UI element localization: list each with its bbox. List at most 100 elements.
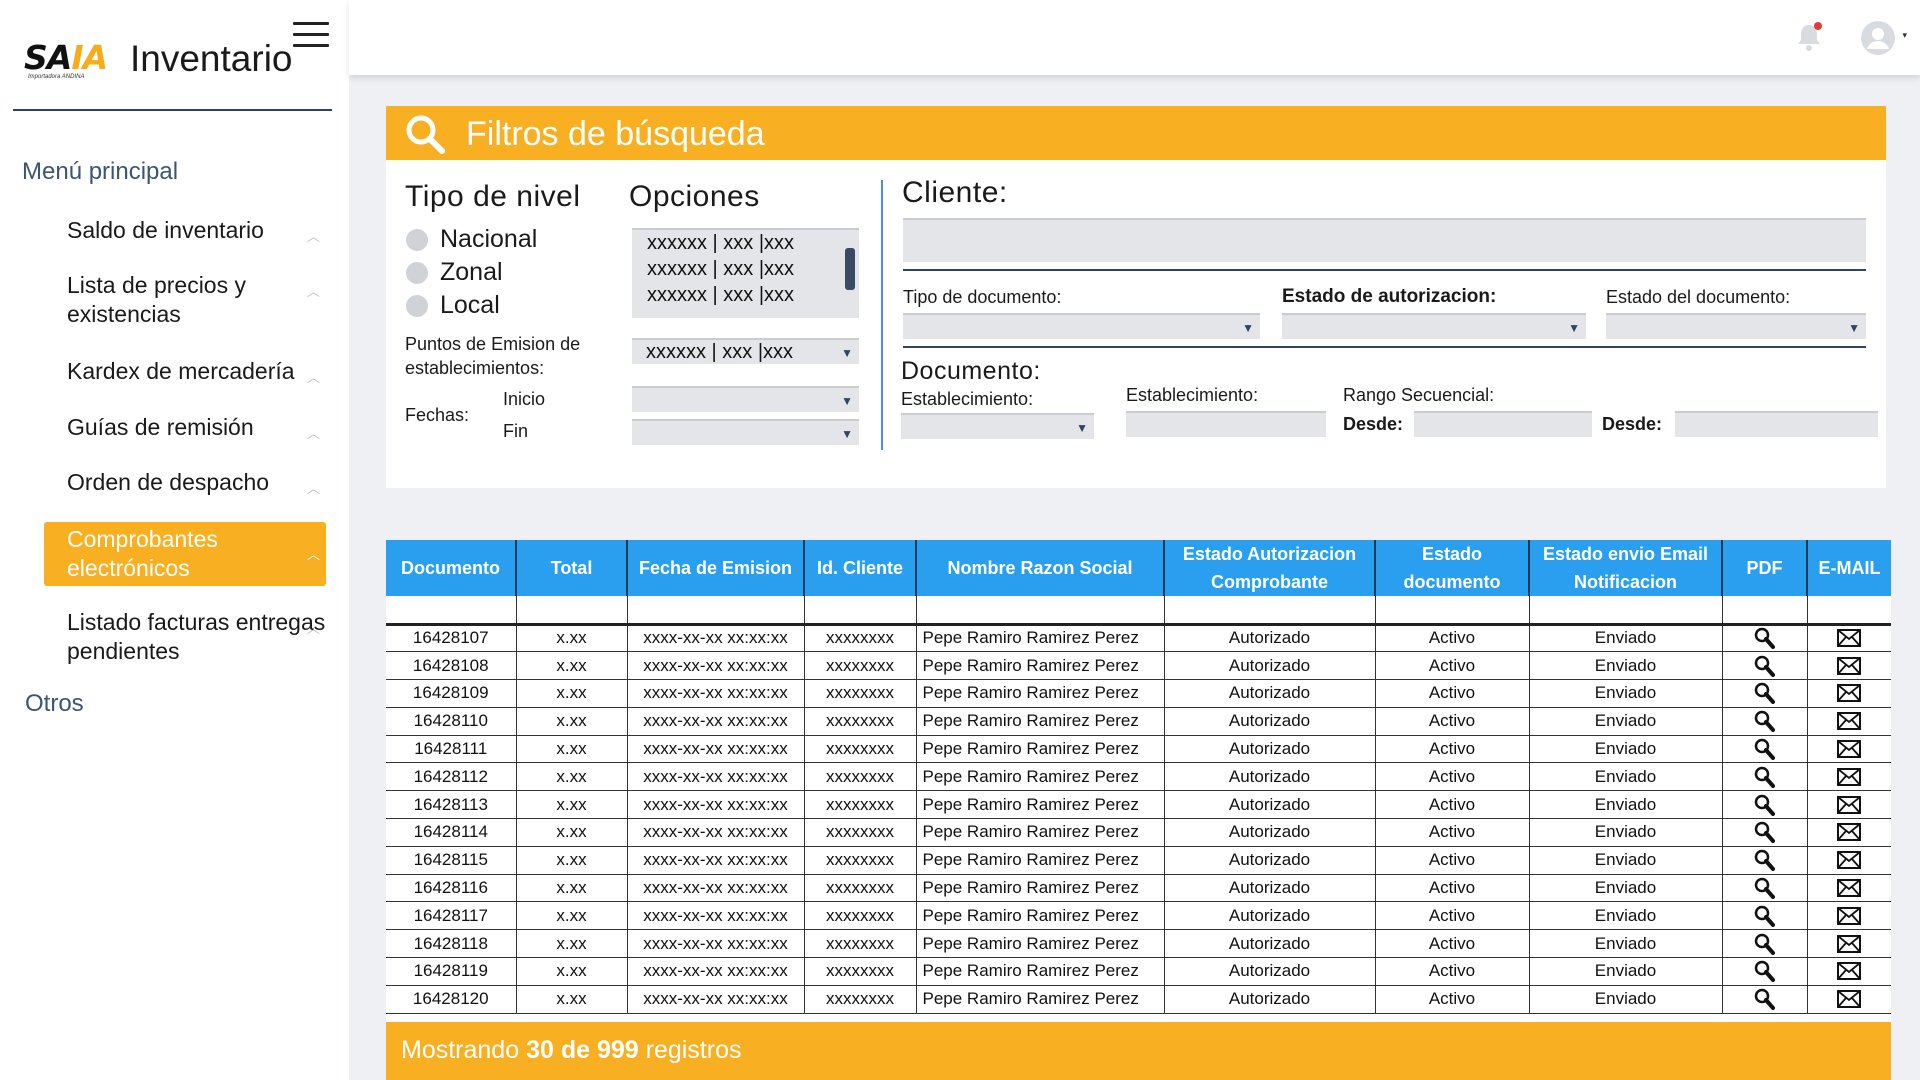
table-row[interactable]: 16428120 x.xx xxxx-xx-xx xx:xx:xx xxxxxxxx P… [386,985,1891,1014]
table-row[interactable]: 16428113 x.xx xxxx-xx-xx xx:xx:xx xxxxxxxx P… [386,790,1891,820]
envelope-email-icon[interactable] [1836,682,1862,704]
pdf-cell[interactable] [1722,651,1808,681]
email-cell[interactable] [1807,679,1891,708]
caret-down-icon[interactable]: ▾ [1902,30,1907,41]
magnifier-pdf-icon[interactable] [1752,960,1778,983]
email-cell[interactable] [1807,624,1891,653]
email-cell[interactable] [1807,985,1891,1014]
table-row[interactable]: 16428114 x.xx xxxx-xx-xx xx:xx:xx xxxxxxxx P… [386,818,1891,847]
radio-zonal[interactable]: Zonal [406,258,606,288]
table-row[interactable]: 16428108 x.xx xxxx-xx-xx xx:xx:xx xxxxxxxx P… [386,651,1891,681]
magnifier-pdf-icon[interactable] [1752,766,1778,788]
pdf-cell[interactable] [1722,679,1808,708]
pdf-cell[interactable] [1722,874,1808,903]
col-header-fecha-emision[interactable]: Fecha de Emision [627,540,805,596]
email-cell[interactable] [1807,762,1891,792]
sidebar-item-comprobantes[interactable]: Comprobantes electrónicos ︿ [44,522,326,586]
magnifier-pdf-icon[interactable] [1752,821,1778,844]
table-row[interactable]: 16428107 x.xx xxxx-xx-xx xx:xx:xx xxxxxxxx P… [386,624,1891,653]
table-row[interactable]: 16428117 x.xx xxxx-xx-xx xx:xx:xx xxxxxxxx P… [386,901,1891,931]
table-row[interactable]: 16428111 x.xx xxxx-xx-xx xx:xx:xx xxxxxxxx P… [386,735,1891,764]
magnifier-pdf-icon[interactable] [1752,627,1778,650]
sidebar-item-kardex[interactable]: Kardex de mercadería ︿ [44,357,326,386]
list-option[interactable]: xxxxxx | xxx |xxx [632,282,859,308]
radio-button[interactable] [406,295,428,317]
fecha-inicio-select[interactable]: ▼ [632,386,859,412]
puntos-emision-select[interactable]: xxxxxx | xxx |xxx ▼ [632,338,859,364]
user-avatar-icon[interactable] [1860,20,1896,56]
pdf-cell[interactable] [1722,624,1808,653]
table-row[interactable]: 16428118 x.xx xxxx-xx-xx xx:xx:xx xxxxxxxx P… [386,929,1891,959]
envelope-email-icon[interactable] [1836,960,1862,982]
sidebar-item-guias-remision[interactable]: Guías de remisión ︿ [44,413,326,442]
magnifier-pdf-icon[interactable] [1752,933,1778,955]
pdf-cell[interactable] [1722,957,1808,986]
col-header-estado-autorizacion[interactable]: Estado Autorizacion Comprobante [1164,540,1376,596]
table-row[interactable]: 16428109 x.xx xxxx-xx-xx xx:xx:xx xxxxxxxx P… [386,679,1891,708]
pdf-cell[interactable] [1722,735,1808,764]
notification-bell-icon[interactable] [1796,22,1822,52]
company-logo[interactable]: SAIA Importadora ANDINA [24,38,118,82]
email-cell[interactable] [1807,651,1891,681]
pdf-cell[interactable] [1722,985,1808,1014]
desde-input-2[interactable] [1675,411,1878,437]
establecimiento-select[interactable]: ▼ [901,413,1094,439]
magnifier-pdf-icon[interactable] [1752,794,1778,816]
menu-heading-otros[interactable]: Otros [25,690,84,718]
pdf-cell[interactable] [1722,707,1808,736]
envelope-email-icon[interactable] [1836,905,1862,927]
email-cell[interactable] [1807,790,1891,820]
envelope-email-icon[interactable] [1836,933,1862,955]
magnifier-pdf-icon[interactable] [1752,738,1778,761]
envelope-email-icon[interactable] [1836,849,1862,871]
cliente-input[interactable] [903,218,1866,262]
table-row[interactable]: 16428112 x.xx xxxx-xx-xx xx:xx:xx xxxxxxxx P… [386,762,1891,792]
email-cell[interactable] [1807,735,1891,764]
radio-nacional[interactable]: Nacional [406,225,606,255]
col-header-nombre[interactable]: Nombre Razon Social [916,540,1165,596]
sidebar-item-saldo-inventario[interactable]: Saldo de inventario ︿ [44,216,326,245]
envelope-email-icon[interactable] [1836,877,1862,899]
pdf-cell[interactable] [1722,846,1808,875]
envelope-email-icon[interactable] [1836,738,1862,760]
email-cell[interactable] [1807,901,1891,931]
email-cell[interactable] [1807,846,1891,875]
col-header-email[interactable]: E-MAIL [1807,540,1891,596]
magnifier-pdf-icon[interactable] [1752,710,1778,733]
envelope-email-icon[interactable] [1836,627,1862,649]
magnifier-pdf-icon[interactable] [1752,849,1778,872]
opciones-listbox[interactable]: xxxxxx | xxx |xxx xxxxxx | xxx |xxx xxxx… [632,228,859,318]
estado-autorizacion-select[interactable]: ▼ [1282,313,1586,339]
desde-input-1[interactable] [1414,411,1592,437]
email-cell[interactable] [1807,957,1891,986]
establecimiento-input[interactable] [1126,411,1326,437]
envelope-email-icon[interactable] [1836,710,1862,732]
table-row[interactable]: 16428110 x.xx xxxx-xx-xx xx:xx:xx xxxxxxxx P… [386,707,1891,736]
pdf-cell[interactable] [1722,818,1808,847]
envelope-email-icon[interactable] [1836,794,1862,816]
radio-local[interactable]: Local [406,291,606,321]
sidebar-item-listado-facturas[interactable]: Listado facturas entregas pendientes ︿ [44,608,326,666]
table-row[interactable]: 16428119 x.xx xxxx-xx-xx xx:xx:xx xxxxxxxx P… [386,957,1891,986]
estado-documento-select[interactable]: ▼ [1606,313,1866,339]
email-cell[interactable] [1807,874,1891,903]
col-header-total[interactable]: Total [516,540,628,596]
tipo-documento-select[interactable]: ▼ [903,313,1260,339]
email-cell[interactable] [1807,818,1891,847]
magnifier-pdf-icon[interactable] [1752,905,1778,927]
sidebar-item-orden-despacho[interactable]: Orden de despacho ︿ [44,468,326,497]
pdf-cell[interactable] [1722,762,1808,792]
pdf-cell[interactable] [1722,790,1808,820]
magnifier-pdf-icon[interactable] [1752,877,1778,900]
radio-button[interactable] [406,262,428,284]
list-option[interactable]: xxxxxx | xxx |xxx [632,256,859,282]
email-cell[interactable] [1807,707,1891,736]
hamburger-menu-icon[interactable] [293,22,329,52]
magnifier-pdf-icon[interactable] [1752,655,1778,677]
envelope-email-icon[interactable] [1836,821,1862,843]
radio-button[interactable] [406,229,428,251]
envelope-email-icon[interactable] [1836,655,1862,677]
pdf-cell[interactable] [1722,929,1808,959]
magnifier-pdf-icon[interactable] [1752,682,1778,705]
email-cell[interactable] [1807,929,1891,959]
